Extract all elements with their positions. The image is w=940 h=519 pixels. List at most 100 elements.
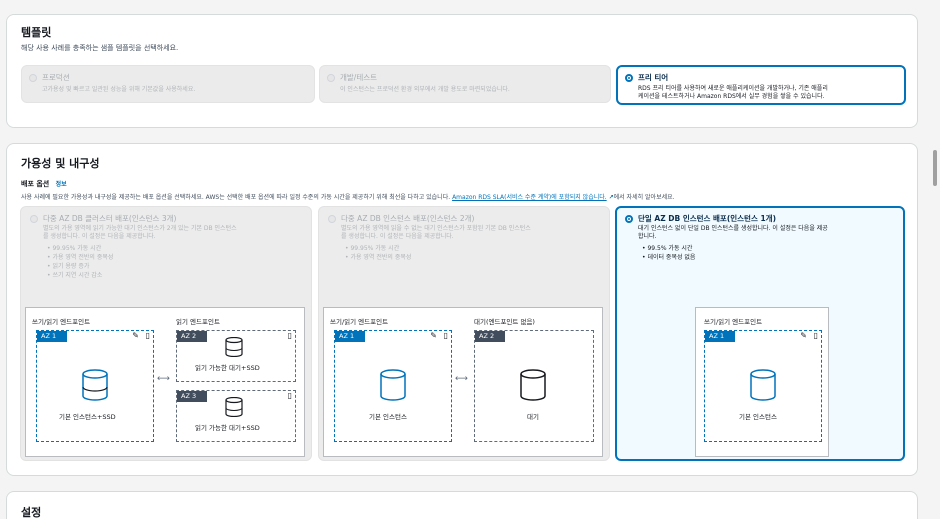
database-icon	[520, 369, 546, 401]
template-title: 프로덕션	[42, 73, 70, 82]
primary-ssd-label: 기본 인스턴스+SSD	[59, 413, 116, 421]
rw-endpoint-label: 쓰기/읽기 엔드포인트	[704, 318, 763, 326]
database-icon	[225, 397, 243, 417]
template-desc: RDS 프리 티어를 사용하여 새로운 애플리케이션을 개발하거나, 기존 애플…	[638, 85, 828, 92]
bullet-item: • 읽기 용량 증가	[47, 263, 90, 270]
deploy-option-text: 배포 옵션	[21, 180, 50, 188]
bullet-item: • 쓰기 지연 시간 감소	[47, 272, 103, 279]
readable-standby-label: 읽기 가능한 대기+SSD	[195, 424, 260, 432]
instance-diagram: 쓰기/읽기 엔드포인트 대기(엔드포인트 없음) AZ 1 ✎ ▯ 기본 인스턴…	[323, 307, 603, 457]
deploy-desc: 합니다.	[638, 233, 657, 240]
template-production-card[interactable]: 프로덕션 고가용성 및 빠르고 일관된 성능을 위해 기본값을 사용하세요.	[21, 65, 315, 103]
az1-badge: AZ 1	[37, 331, 67, 342]
scrollbar-thumb[interactable]	[933, 150, 937, 186]
bullet-item: • 데이터 중복성 없음	[642, 254, 696, 261]
deploy-title: 다중 AZ DB 클러스터 배포(인스턴스 3개)	[43, 214, 177, 223]
bullet-text: 쓰기 지연 시간 감소	[52, 272, 103, 279]
settings-panel: 설정	[6, 491, 918, 519]
templates-title: 템플릿	[21, 26, 52, 39]
bullet-item: • 99.95% 가동 시간	[47, 245, 102, 252]
radio-single-az[interactable]	[625, 215, 633, 223]
read-endpoint-label: 읽기 엔드포인트	[176, 318, 220, 326]
az1-primary-box: AZ 1 ✎ ▯ 기본 인스턴스	[334, 330, 452, 442]
bullet-text: 99.95% 가동 시간	[350, 245, 400, 252]
edit-icon: ✎	[800, 331, 807, 340]
deploy-title: 단일 AZ DB 인스턴스 배포(인스턴스 1개)	[638, 214, 777, 223]
radio-multi-az-instance[interactable]	[328, 215, 336, 223]
radio-devtest[interactable]	[327, 74, 335, 82]
template-desc: 케이션을 테스트하거나 Amazon RDS에서 실무 경험을 쌓을 수 있습니…	[638, 93, 825, 100]
deploy-desc: 별도의 가용 영역에 읽을 수 없는 대기 인스턴스가 포함된 기본 DB 인스…	[341, 225, 531, 232]
info-link[interactable]: 정보	[56, 181, 67, 188]
book-icon: ▯	[145, 331, 150, 340]
radio-multi-az-cluster[interactable]	[30, 215, 38, 223]
rw-endpoint-label: 쓰기/읽기 엔드포인트	[32, 318, 91, 326]
book-icon: ▯	[813, 331, 818, 340]
deploy-desc: 를 생성합니다. 이 설정은 다음을 제공합니다.	[341, 233, 454, 240]
rw-endpoint-label: 쓰기/읽기 엔드포인트	[330, 318, 389, 326]
book-icon: ▯	[287, 331, 292, 340]
bullet-text: 99.5% 가동 시간	[647, 245, 693, 252]
arrow-icon: ⟷	[157, 374, 170, 384]
book-icon: ▯	[287, 391, 292, 400]
az1-badge: AZ 1	[335, 331, 365, 342]
radio-freetier[interactable]	[625, 74, 633, 82]
single-az-diagram: 쓰기/읽기 엔드포인트 AZ 1 ✎ ▯ 기본 인스턴스	[695, 307, 829, 457]
template-freetier-card[interactable]: 프리 티어 RDS 프리 티어를 사용하여 새로운 애플리케이션을 개발하거나,…	[616, 65, 906, 105]
book-icon: ▯	[443, 331, 448, 340]
templates-subtitle: 해당 사용 사례를 충족하는 샘플 템플릿을 선택하세요.	[21, 44, 179, 52]
bullet-item: • 가용 영역 전반의 중복성	[47, 254, 114, 261]
settings-title: 설정	[21, 506, 42, 519]
edit-icon: ✎	[430, 331, 437, 340]
bullet-item: • 99.95% 가동 시간	[345, 245, 400, 252]
template-title: 프리 티어	[638, 73, 669, 82]
availability-title: 가용성 및 내구성	[21, 157, 100, 170]
bullet-text: 읽기 용량 증가	[52, 263, 90, 270]
az1-primary-box: AZ 1 ✎ ▯ 기본 인스턴스	[704, 330, 822, 442]
deploy-multi-az-instance-card[interactable]: 다중 AZ DB 인스턴스 배포(인스턴스 2개) 별도의 가용 영역에 읽을 …	[318, 206, 610, 461]
cluster-diagram: 쓰기/읽기 엔드포인트 읽기 엔드포인트 AZ 1 ✎ ▯ 기본 인스턴스+SS…	[25, 307, 305, 457]
deploy-single-az-card[interactable]: 단일 AZ DB 인스턴스 배포(인스턴스 1개) 대기 인스턴스 없이 단일 …	[615, 206, 905, 461]
radio-production[interactable]	[29, 74, 37, 82]
az2-badge: AZ 2	[475, 331, 505, 342]
primary-label: 기본 인스턴스	[739, 413, 777, 421]
deploy-desc: 대기 인스턴스 없이 단일 DB 인스턴스를 생성합니다. 이 설정은 다음을 …	[638, 225, 828, 232]
az2-badge: AZ 2	[177, 331, 207, 342]
bullet-text: 99.95% 가동 시간	[52, 245, 102, 252]
database-icon	[750, 369, 776, 401]
bullet-item: • 99.5% 가동 시간	[642, 245, 693, 252]
database-icon	[82, 369, 108, 401]
standby-no-endpoint-label: 대기(엔드포인트 없음)	[474, 318, 535, 326]
deploy-desc-suffix: 에서 자세히 알아보세요.	[613, 194, 675, 201]
page-scrollbar[interactable]	[930, 0, 940, 519]
standby-label: 대기	[527, 413, 539, 421]
az1-badge: AZ 1	[705, 331, 735, 342]
arrow-icon: ⟷	[455, 374, 468, 384]
templates-panel: 템플릿 해당 사용 사례를 충족하는 샘플 템플릿을 선택하세요. 프로덕션 고…	[6, 14, 918, 128]
az3-standby-box: AZ 3 ▯ 읽기 가능한 대기+SSD	[176, 390, 296, 442]
az2-standby-box: AZ 2 대기	[474, 330, 594, 442]
az3-badge: AZ 3	[177, 391, 207, 402]
az1-primary-box: AZ 1 ✎ ▯ 기본 인스턴스+SSD	[36, 330, 154, 442]
deploy-option-label: 배포 옵션 정보	[21, 179, 67, 189]
bullet-item: • 가용 영역 전반의 중복성	[345, 254, 412, 261]
az2-standby-box: AZ 2 ▯ 읽기 가능한 대기+SSD	[176, 330, 296, 382]
readable-standby-label: 읽기 가능한 대기+SSD	[195, 364, 260, 372]
database-icon	[225, 337, 243, 357]
deploy-desc: 별도의 가용 영역에 읽기 가능한 대기 인스턴스가 2개 있는 기본 DB 인…	[43, 225, 237, 232]
sla-link[interactable]: Amazon RDS SLA(서비스 수준 계약)에 포함되지 않습니다.	[452, 194, 607, 201]
edit-icon: ✎	[132, 331, 139, 340]
deploy-desc: 를 생성합니다. 이 설정은 다음을 제공합니다.	[43, 233, 156, 240]
template-desc: 고가용성 및 빠르고 일관된 성능을 위해 기본값을 사용하세요.	[42, 86, 196, 93]
deploy-option-desc: 사용 사례에 필요한 가용성과 내구성을 제공하는 배포 옵션을 선택하세요. …	[21, 192, 675, 201]
database-icon	[380, 369, 406, 401]
bullet-text: 가용 영역 전반의 중복성	[52, 254, 114, 261]
template-desc: 이 인스턴스는 프로덕션 환경 외부에서 개발 용도로 마련되었습니다.	[340, 86, 510, 93]
deploy-title: 다중 AZ DB 인스턴스 배포(인스턴스 2개)	[341, 214, 475, 223]
deploy-desc-text: 사용 사례에 필요한 가용성과 내구성을 제공하는 배포 옵션을 선택하세요. …	[21, 194, 451, 201]
deploy-multi-az-cluster-card[interactable]: 다중 AZ DB 클러스터 배포(인스턴스 3개) 별도의 가용 영역에 읽기 …	[20, 206, 312, 461]
template-title: 개발/테스트	[340, 73, 378, 82]
bullet-text: 가용 영역 전반의 중복성	[350, 254, 412, 261]
primary-label: 기본 인스턴스	[369, 413, 407, 421]
template-devtest-card[interactable]: 개발/테스트 이 인스턴스는 프로덕션 환경 외부에서 개발 용도로 마련되었습…	[319, 65, 611, 103]
